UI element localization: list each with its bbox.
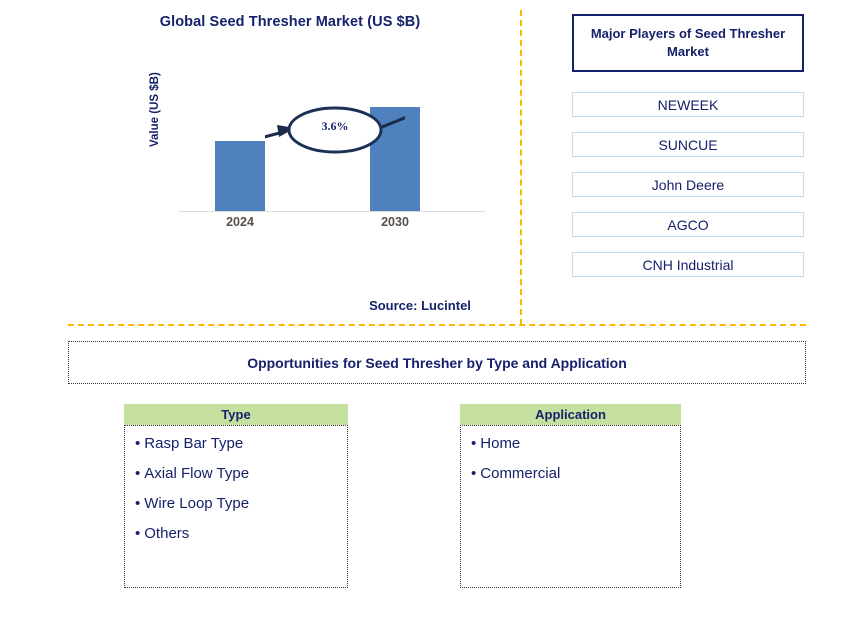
segment-header-type: Type — [124, 404, 348, 425]
bar-2024 — [215, 141, 265, 211]
bullet-icon: • — [135, 435, 141, 452]
segment-item-label: Commercial — [480, 465, 561, 482]
segment-header-application: Application — [460, 404, 681, 425]
segment-item: • Rasp Bar Type — [135, 436, 347, 451]
chart-title: Global Seed Thresher Market (US $B) — [159, 14, 421, 30]
segment-item-label: Others — [144, 525, 190, 542]
bullet-icon: • — [471, 465, 477, 482]
cagr-value-label: 3.6% — [321, 119, 349, 133]
x-tick-label-2024: 2024 — [226, 215, 254, 229]
segment-item-label: Home — [480, 435, 521, 452]
player-item: SUNCUE — [572, 132, 804, 157]
player-item: AGCO — [572, 212, 804, 237]
player-item: NEWEEK — [572, 92, 804, 117]
segment-column-application: Application • Home • Commercial — [460, 404, 681, 588]
bullet-icon: • — [471, 435, 477, 452]
segment-item: • Home — [471, 436, 680, 451]
major-players-header: Major Players of Seed Thresher Market — [572, 14, 804, 72]
x-axis-baseline — [179, 211, 485, 212]
bullet-icon: • — [135, 525, 141, 542]
cagr-callout: 3.6% — [222, 99, 425, 161]
y-axis-title: Value (US $B) — [149, 72, 161, 147]
player-item: CNH Industrial — [572, 252, 804, 277]
segment-item-label: Wire Loop Type — [144, 495, 250, 512]
segment-item-label: Axial Flow Type — [144, 465, 250, 482]
major-players-panel: Major Players of Seed Thresher Market NE… — [572, 14, 804, 277]
bullet-icon: • — [135, 495, 141, 512]
segment-item-label: Rasp Bar Type — [144, 435, 244, 452]
segment-list-type: • Rasp Bar Type • Axial Flow Type • Wire Lo… — [124, 425, 348, 588]
horizontal-divider — [68, 324, 806, 326]
x-tick-label-2030: 2030 — [381, 215, 409, 229]
bullet-icon: • — [135, 465, 141, 482]
vertical-divider — [520, 10, 522, 325]
player-item: John Deere — [572, 172, 804, 197]
segment-item: • Others — [135, 526, 347, 541]
segment-item: • Axial Flow Type — [135, 466, 347, 481]
major-players-list: NEWEEK SUNCUE John Deere AGCO CNH Indust… — [572, 92, 804, 277]
opportunities-banner: Opportunities for Seed Thresher by Type … — [68, 341, 806, 384]
segment-item: • Commercial — [471, 466, 680, 481]
segment-list-application: • Home • Commercial — [460, 425, 681, 588]
bar-chart-plot-area: Value (US $B) 2024 2030 3.6% — [149, 72, 485, 235]
source-note: Source: Lucintel — [369, 298, 471, 313]
segment-item: • Wire Loop Type — [135, 496, 347, 511]
segment-column-type: Type • Rasp Bar Type • Axial Flow Type • Wi… — [124, 404, 348, 588]
